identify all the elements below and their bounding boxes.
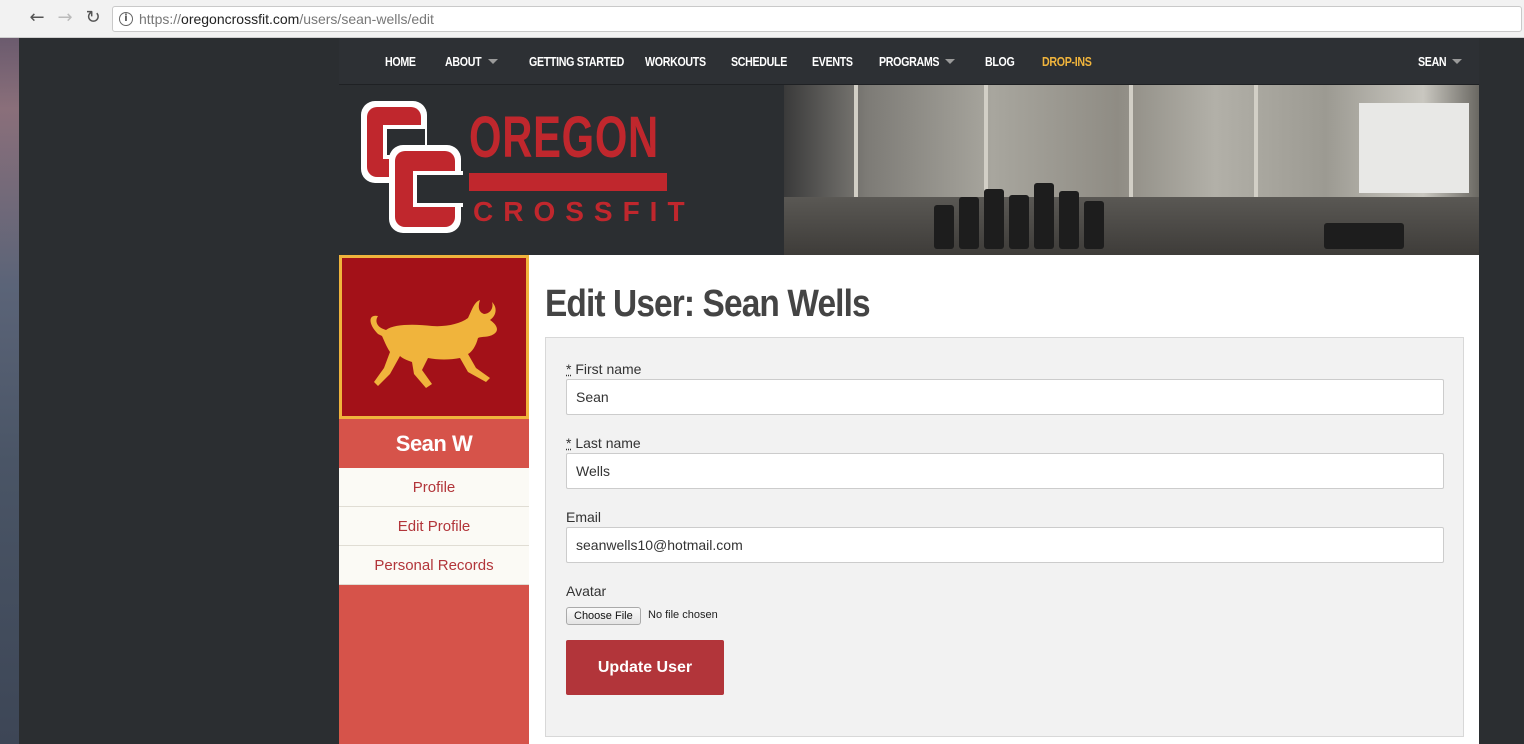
- nav-about[interactable]: ABOUT: [445, 54, 482, 69]
- address-bar[interactable]: i https://oregoncrossfit.com/users/sean-…: [112, 6, 1522, 32]
- whiteboard: [1359, 103, 1469, 193]
- gym-photo: [784, 85, 1479, 255]
- main-content: Edit User: Sean Wells * First name Sean …: [529, 255, 1479, 744]
- bull-icon: [370, 300, 497, 388]
- email-field[interactable]: seanwells10@hotmail.com: [566, 527, 1444, 563]
- first-name-label: * First name: [566, 361, 642, 377]
- nav-blog[interactable]: BLOG: [985, 54, 1015, 69]
- chevron-down-icon[interactable]: [488, 59, 498, 64]
- file-status: No file chosen: [648, 609, 718, 621]
- profile-sidebar: Sean W Profile Edit Profile Personal Rec…: [339, 255, 529, 744]
- first-name-field[interactable]: Sean: [566, 379, 1444, 415]
- email-label: Email: [566, 509, 602, 525]
- desktop-background: [0, 38, 19, 744]
- update-user-button[interactable]: Update User: [566, 640, 724, 695]
- page-title: Edit User: Sean Wells: [545, 283, 871, 325]
- nav-workouts[interactable]: WORKOUTS: [645, 54, 706, 69]
- nav-home[interactable]: HOME: [385, 54, 416, 69]
- reload-icon[interactable]: ↻: [82, 7, 104, 29]
- sidebar-item-profile[interactable]: Profile: [339, 468, 529, 507]
- arrow-right-icon[interactable]: →: [54, 7, 76, 29]
- nav-user-menu[interactable]: SEAN: [1418, 54, 1447, 69]
- main-nav: HOME ABOUT GETTING STARTED WORKOUTS SCHE…: [339, 38, 1479, 85]
- arrow-left-icon[interactable]: ←: [26, 7, 48, 29]
- chevron-down-icon[interactable]: [945, 59, 955, 64]
- oregon-crossfit-logo: [361, 101, 463, 233]
- brand-name: OREGON: [469, 105, 659, 170]
- last-name-label: * Last name: [566, 435, 641, 451]
- brand-subname: CROSSFIT: [473, 196, 695, 227]
- nav-getting-started[interactable]: GETTING STARTED: [529, 54, 624, 69]
- header-banner: OREGON CROSSFIT: [339, 85, 1479, 255]
- nav-schedule[interactable]: SCHEDULE: [731, 54, 787, 69]
- browser-toolbar: ← → ↻ i https://oregoncrossfit.com/users…: [0, 0, 1524, 38]
- avatar-label: Avatar: [566, 583, 607, 599]
- url-text: https://oregoncrossfit.com/users/sean-we…: [139, 11, 434, 27]
- nav-programs[interactable]: PROGRAMS: [879, 54, 939, 69]
- profile-name: Sean W: [395, 431, 473, 456]
- nav-events[interactable]: EVENTS: [812, 54, 853, 69]
- nav-drop-ins[interactable]: DROP-INS: [1042, 54, 1092, 69]
- last-name-field[interactable]: Wells: [566, 453, 1444, 489]
- brand-bar: [469, 173, 667, 191]
- choose-file-button[interactable]: Choose File: [566, 607, 641, 625]
- info-icon[interactable]: i: [119, 12, 133, 26]
- edit-user-form: * First name Sean * Last name Wells Emai…: [545, 337, 1464, 737]
- sidebar-item-edit-profile[interactable]: Edit Profile: [339, 507, 529, 546]
- sidebar-item-personal-records[interactable]: Personal Records: [339, 546, 529, 585]
- avatar: [339, 255, 529, 419]
- chevron-down-icon[interactable]: [1452, 59, 1462, 64]
